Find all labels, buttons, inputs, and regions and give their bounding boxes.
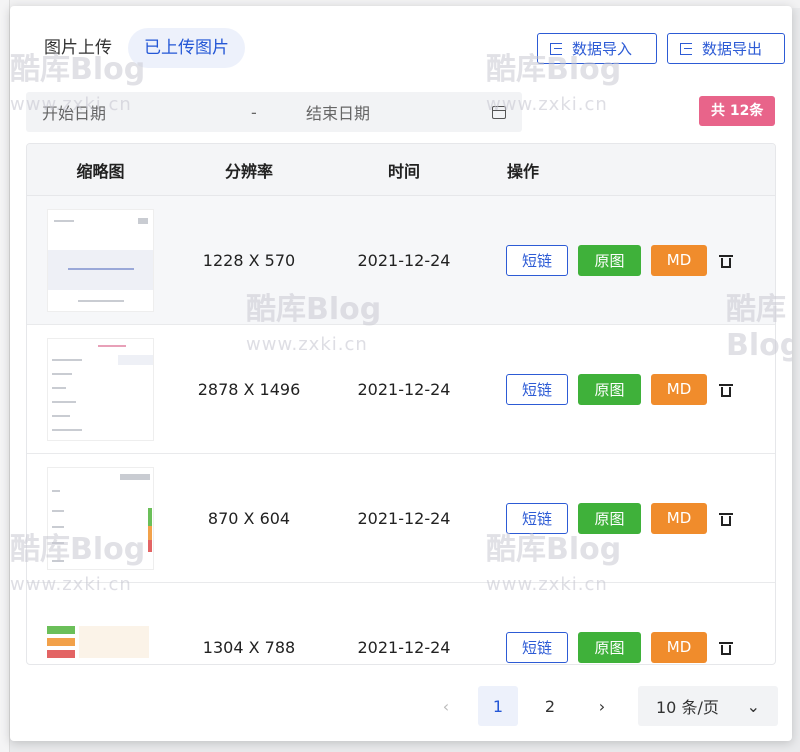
end-date-input[interactable]: 结束日期 bbox=[306, 100, 492, 124]
actions-cell: 短链 原图 MD bbox=[484, 631, 775, 663]
markdown-button[interactable]: MD bbox=[651, 502, 707, 534]
short-link-button[interactable]: 短链 bbox=[506, 373, 568, 405]
date-range-picker[interactable]: 开始日期 - 结束日期 bbox=[26, 92, 522, 132]
page-size-value: 10 条/页 bbox=[656, 698, 719, 717]
original-image-button[interactable]: 原图 bbox=[578, 244, 641, 276]
image-thumbnail[interactable] bbox=[47, 595, 154, 664]
original-image-button[interactable]: 原图 bbox=[578, 631, 641, 663]
page-background-edge bbox=[0, 0, 10, 752]
total-count-badge: 共 12条 bbox=[699, 96, 776, 126]
original-image-button[interactable]: 原图 bbox=[578, 502, 641, 534]
actions-cell: 短链 原图 MD bbox=[484, 244, 775, 276]
start-date-input[interactable]: 开始日期 bbox=[26, 100, 251, 124]
short-link-button[interactable]: 短链 bbox=[506, 244, 568, 276]
header-time: 时间 bbox=[387, 161, 420, 181]
page-1-button[interactable]: 1 bbox=[478, 686, 518, 726]
trash-icon[interactable] bbox=[719, 511, 733, 526]
time-cell: 2021-12-24 bbox=[357, 250, 451, 270]
image-thumbnail[interactable] bbox=[47, 208, 154, 312]
tab-bar: 图片上传 已上传图片 bbox=[28, 28, 245, 68]
uploaded-images-panel: 图片上传 已上传图片 数据导入 数据导出 开始日期 - 结束日期 共 12条 缩… bbox=[10, 6, 792, 741]
markdown-button[interactable]: MD bbox=[651, 244, 707, 276]
tab-image-upload[interactable]: 图片上传 bbox=[28, 28, 128, 68]
original-image-button[interactable]: 原图 bbox=[578, 373, 641, 405]
page-2-button[interactable]: 2 bbox=[530, 686, 570, 726]
table-row: 1228 X 570 2021-12-24 短链 原图 MD bbox=[27, 196, 775, 325]
trash-icon[interactable] bbox=[719, 640, 733, 655]
data-export-label: 数据导出 bbox=[702, 40, 763, 58]
short-link-button[interactable]: 短链 bbox=[506, 631, 568, 663]
table-row: 1304 X 788 2021-12-24 短链 原图 MD bbox=[27, 583, 775, 664]
chevron-down-icon: ⌄ bbox=[746, 696, 760, 716]
time-cell: 2021-12-24 bbox=[357, 637, 451, 657]
data-export-button[interactable]: 数据导出 bbox=[667, 33, 785, 64]
prev-page-button[interactable]: ‹ bbox=[426, 686, 466, 726]
data-import-button[interactable]: 数据导入 bbox=[537, 33, 657, 64]
resolution-cell: 1228 X 570 bbox=[202, 250, 296, 270]
tab-uploaded-images[interactable]: 已上传图片 bbox=[128, 28, 245, 68]
image-thumbnail[interactable] bbox=[47, 466, 154, 570]
resolution-cell: 2878 X 1496 bbox=[197, 379, 301, 399]
export-icon bbox=[680, 42, 692, 55]
import-icon bbox=[550, 42, 562, 55]
page-size-select[interactable]: 10 条/页 ⌄ bbox=[638, 686, 778, 726]
markdown-button[interactable]: MD bbox=[651, 631, 707, 663]
time-cell: 2021-12-24 bbox=[357, 508, 451, 528]
trash-icon[interactable] bbox=[719, 253, 733, 268]
image-thumbnail[interactable] bbox=[47, 337, 154, 441]
date-separator: - bbox=[251, 102, 257, 122]
header-resolution: 分辨率 bbox=[224, 161, 273, 181]
data-import-label: 数据导入 bbox=[572, 40, 633, 58]
next-page-button[interactable]: › bbox=[582, 686, 622, 726]
pagination: ‹ 1 2 › 10 条/页 ⌄ bbox=[426, 686, 778, 726]
markdown-button[interactable]: MD bbox=[651, 373, 707, 405]
resolution-cell: 1304 X 788 bbox=[202, 637, 296, 657]
images-table: 缩略图 分辨率 时间 操作 1228 X 570 2021-12-24 短链 原… bbox=[26, 143, 776, 665]
header-thumbnail: 缩略图 bbox=[76, 161, 125, 181]
trash-icon[interactable] bbox=[719, 382, 733, 397]
calendar-icon[interactable] bbox=[492, 105, 506, 119]
resolution-cell: 870 X 604 bbox=[207, 508, 291, 528]
table-row: 2878 X 1496 2021-12-24 短链 原图 MD bbox=[27, 325, 775, 454]
header-actions: 操作 bbox=[507, 161, 540, 181]
time-cell: 2021-12-24 bbox=[357, 379, 451, 399]
actions-cell: 短链 原图 MD bbox=[484, 502, 775, 534]
actions-cell: 短链 原图 MD bbox=[484, 373, 775, 405]
table-row: 870 X 604 2021-12-24 短链 原图 MD bbox=[27, 454, 775, 583]
table-header: 缩略图 分辨率 时间 操作 bbox=[27, 144, 775, 196]
short-link-button[interactable]: 短链 bbox=[506, 502, 568, 534]
